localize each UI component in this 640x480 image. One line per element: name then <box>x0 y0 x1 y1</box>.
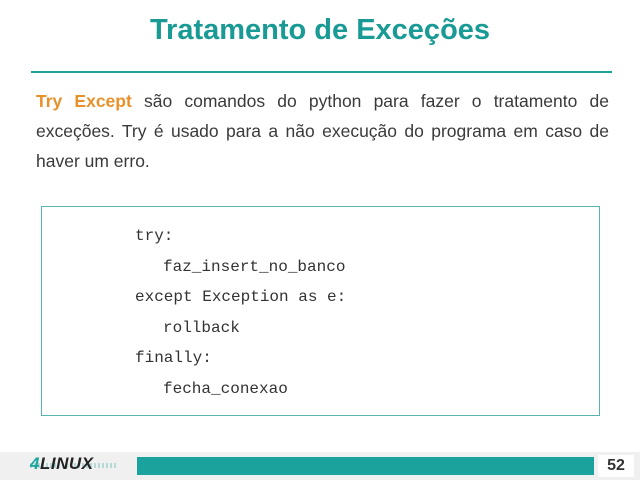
page-number: 52 <box>598 455 634 477</box>
title-divider <box>31 71 612 73</box>
company-logo: 4LINUX <box>30 454 93 474</box>
code-line: except Exception as e: <box>135 288 347 306</box>
logo-prefix: 4 <box>30 454 40 473</box>
code-block: try: faz_insert_no_banco except Exceptio… <box>41 206 600 416</box>
slide-title: Tratamento de Exceções <box>149 14 491 46</box>
code-line: fecha_conexao <box>163 380 288 398</box>
intro-paragraph: Try Except são comandos do python para f… <box>36 86 609 176</box>
logo-text: LINUX <box>39 454 94 473</box>
code-line: try: <box>135 227 174 245</box>
code-line: faz_insert_no_banco <box>163 258 346 276</box>
intro-highlight: Try Except <box>36 91 132 111</box>
code-line: finally: <box>135 349 212 367</box>
code-line: rollback <box>163 319 240 337</box>
footer-bar <box>137 457 594 475</box>
